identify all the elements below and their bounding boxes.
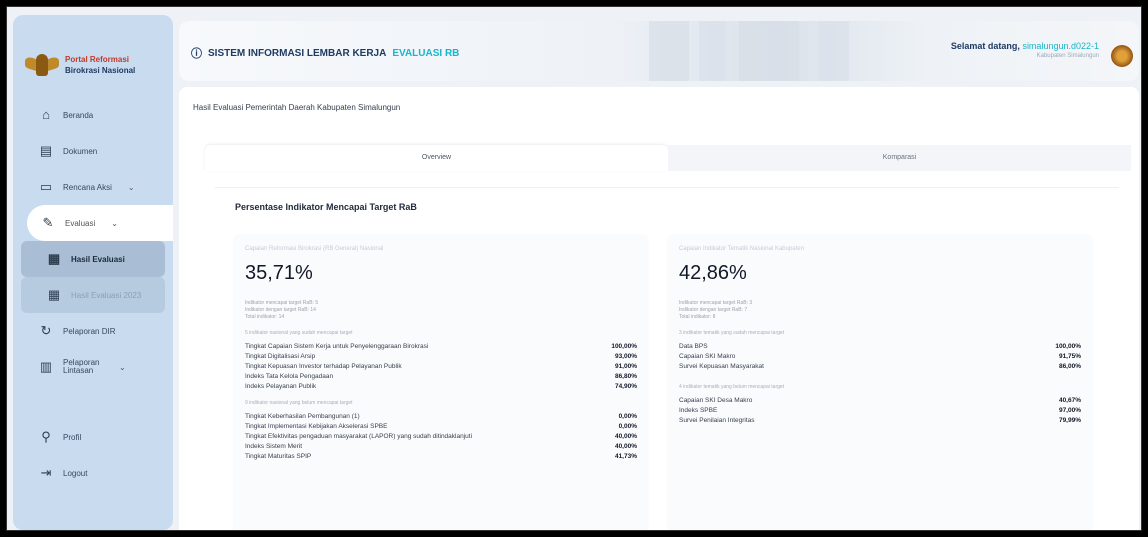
sidebar-item-label: Profil: [63, 432, 82, 442]
sidebar-item-beranda[interactable]: ⌂ Beranda: [13, 97, 173, 133]
sidebar-item-label: Pelaporan DIR: [63, 326, 116, 336]
achieved-list: Data BPS 100,00% Capaian SKI Makro 91,75% …: [679, 343, 1081, 373]
chevron-down-icon: ⌄: [119, 362, 126, 372]
list-item: Indeks Sistem Merit 40,00%: [245, 443, 637, 450]
sidebar-item-label: Dokumen: [63, 146, 98, 156]
list-item: Tingkat Implementasi Kebijakan Akseleras…: [245, 423, 637, 430]
list-item: Survei Penilaian Integritas 79,99%: [679, 417, 1081, 424]
welcome-block: Selamat datang, simalungun.d022-1 Kabupa…: [951, 41, 1099, 59]
brand: Portal Reformasi Birokrasi Nasional: [13, 15, 173, 89]
user-icon: ⚲: [41, 429, 51, 444]
section-label: 3 indikator tematik yang sudah mencapai …: [679, 330, 785, 336]
tab-overview[interactable]: Overview: [205, 145, 668, 171]
sidebar-item-evaluasi[interactable]: ✎ Evaluasi ⌄: [27, 205, 173, 241]
brand-line-2: Birokrasi Nasional: [65, 66, 136, 75]
sidebar-item-label: Hasil Evaluasi 2023: [71, 290, 142, 300]
achieved-list: Tingkat Capaian Sistem Kerja untuk Penye…: [245, 343, 637, 393]
list-item: Indeks Pelayanan Publik 74,90%: [245, 383, 637, 390]
sidebar-nav: ⌂ Beranda ▤ Dokumen ▭ Rencana Aksi ⌄ ✎ E…: [13, 89, 173, 491]
chevron-down-icon: ⌄: [111, 218, 118, 228]
page-title: Hasil Evaluasi Pemerintah Daerah Kabupat…: [193, 103, 401, 112]
percent-value: 42,86%: [679, 262, 747, 284]
sidebar-item-label: Hasil Evaluasi: [71, 254, 125, 264]
card-title: Persentase Indikator Mencapai Target RaB: [235, 202, 417, 212]
sidebar-item-dokumen[interactable]: ▤ Dokumen: [13, 133, 173, 169]
list-item: Capaian SKI Desa Makro 40,67%: [679, 397, 1081, 404]
chart-icon: ▦: [47, 251, 61, 266]
brand-line-1: Portal Reformasi: [65, 55, 130, 64]
chart-icon: ▦: [47, 287, 61, 302]
section-label: 9 indikator nasional yang belum mencapai…: [245, 400, 353, 406]
panel-stats: Indikator mencapai target RaB: 3 Indikat…: [679, 300, 753, 320]
app-frame: Portal Reformasi Birokrasi Nasional ⌂ Be…: [6, 6, 1142, 531]
section-label: 4 indikator tematik yang belum mencapai …: [679, 384, 785, 390]
section-label: 5 indikator nasional yang sudah mencapai…: [245, 330, 353, 336]
list-item: Indeks SPBE 97,00%: [679, 407, 1081, 414]
panel-subtitle: Capaian Reformasi Birokrasi (RB General)…: [245, 246, 384, 252]
folder-icon: ▭: [39, 179, 53, 194]
info-circle-icon: ⓘ: [191, 48, 202, 60]
national-panel: Capaian Reformasi Birokrasi (RB General)…: [233, 234, 649, 530]
sidebar-item-pelaporan-dir[interactable]: ↻ Pelaporan DIR: [13, 313, 173, 349]
tab-bar: Overview Komparasi: [205, 145, 1131, 171]
list-item: Tingkat Capaian Sistem Kerja untuk Penye…: [245, 343, 637, 350]
document-icon: ▤: [39, 143, 53, 158]
sidebar-item-rencana-aksi[interactable]: ▭ Rencana Aksi ⌄: [13, 169, 173, 205]
main-content: Hasil Evaluasi Pemerintah Daerah Kabupat…: [179, 87, 1139, 530]
garuda-logo-icon: [25, 50, 59, 80]
user-region: Kabupaten Simalungun: [1036, 53, 1099, 59]
sidebar-item-profil[interactable]: ⚲ Profil: [13, 419, 173, 455]
sidebar-item-hasil-evaluasi[interactable]: ▦ Hasil Evaluasi: [21, 241, 165, 277]
edit-icon: ✎: [42, 215, 54, 230]
tab-komparasi[interactable]: Komparasi: [668, 145, 1131, 171]
list-item: Tingkat Maturitas SPIP 41,73%: [245, 453, 637, 460]
sidebar-item-label: Pelaporan Lintasan: [63, 358, 100, 375]
sidebar-item-logout[interactable]: ⇥ Logout: [13, 455, 173, 491]
panel-stats: Indikator mencapai target RaB: 5 Indikat…: [245, 300, 319, 320]
list-item: Tingkat Digitalisasi Arsip 93,00%: [245, 353, 637, 360]
sidebar-item-label: Evaluasi: [65, 218, 96, 228]
sidebar-item-pelaporan-lintasan[interactable]: ▥ Pelaporan Lintasan ⌄: [13, 349, 173, 385]
report-icon: ▥: [39, 359, 53, 374]
list-item: Tingkat Efektivitas pengaduan masyarakat…: [245, 433, 637, 440]
list-item: Capaian SKI Makro 91,75%: [679, 353, 1081, 360]
top-header: ⓘ SISTEM INFORMASI LEMBAR KERJA EVALUASI…: [179, 21, 1139, 81]
list-item: Tingkat Keberhasilan Pembangunan (1) 0,00…: [245, 413, 637, 420]
chevron-down-icon: ⌄: [127, 182, 135, 192]
percent-value: 35,71%: [245, 262, 313, 284]
home-icon: ⌂: [42, 107, 50, 122]
list-item: Indeks Tata Kelola Pengadaan 86,80%: [245, 373, 637, 380]
panel-subtitle: Capaian Indikator Tematik Nasional Kabup…: [679, 246, 804, 252]
sidebar-item-hasil-evaluasi-2023[interactable]: ▦ Hasil Evaluasi 2023: [21, 277, 165, 313]
list-item: Data BPS 100,00%: [679, 343, 1081, 350]
refresh-icon: ↻: [40, 323, 52, 338]
avatar[interactable]: [1111, 45, 1133, 67]
indicator-card: Persentase Indikator Mencapai Target RaB…: [215, 187, 1119, 530]
thematic-panel: Capaian Indikator Tematik Nasional Kabup…: [667, 234, 1093, 530]
not-achieved-list: Capaian SKI Desa Makro 40,67% Indeks SPBE…: [679, 397, 1081, 427]
sidebar-item-label: Beranda: [63, 110, 94, 120]
not-achieved-list: Tingkat Keberhasilan Pembangunan (1) 0,00…: [245, 413, 637, 463]
list-item: Survei Kepuasan Masyarakat 86,00%: [679, 363, 1081, 370]
sidebar: Portal Reformasi Birokrasi Nasional ⌂ Be…: [13, 15, 173, 530]
sidebar-item-label: Logout: [63, 468, 88, 478]
system-title: ⓘ SISTEM INFORMASI LEMBAR KERJA EVALUASI…: [191, 45, 459, 61]
sidebar-item-label: Rencana Aksi: [63, 182, 112, 192]
list-item: Tingkat Kepuasan Investor terhadap Pelay…: [245, 363, 637, 370]
username[interactable]: simalungun.d022-1: [1022, 41, 1099, 51]
logout-icon: ⇥: [40, 465, 52, 480]
welcome-text: Selamat datang,: [950, 41, 1020, 51]
